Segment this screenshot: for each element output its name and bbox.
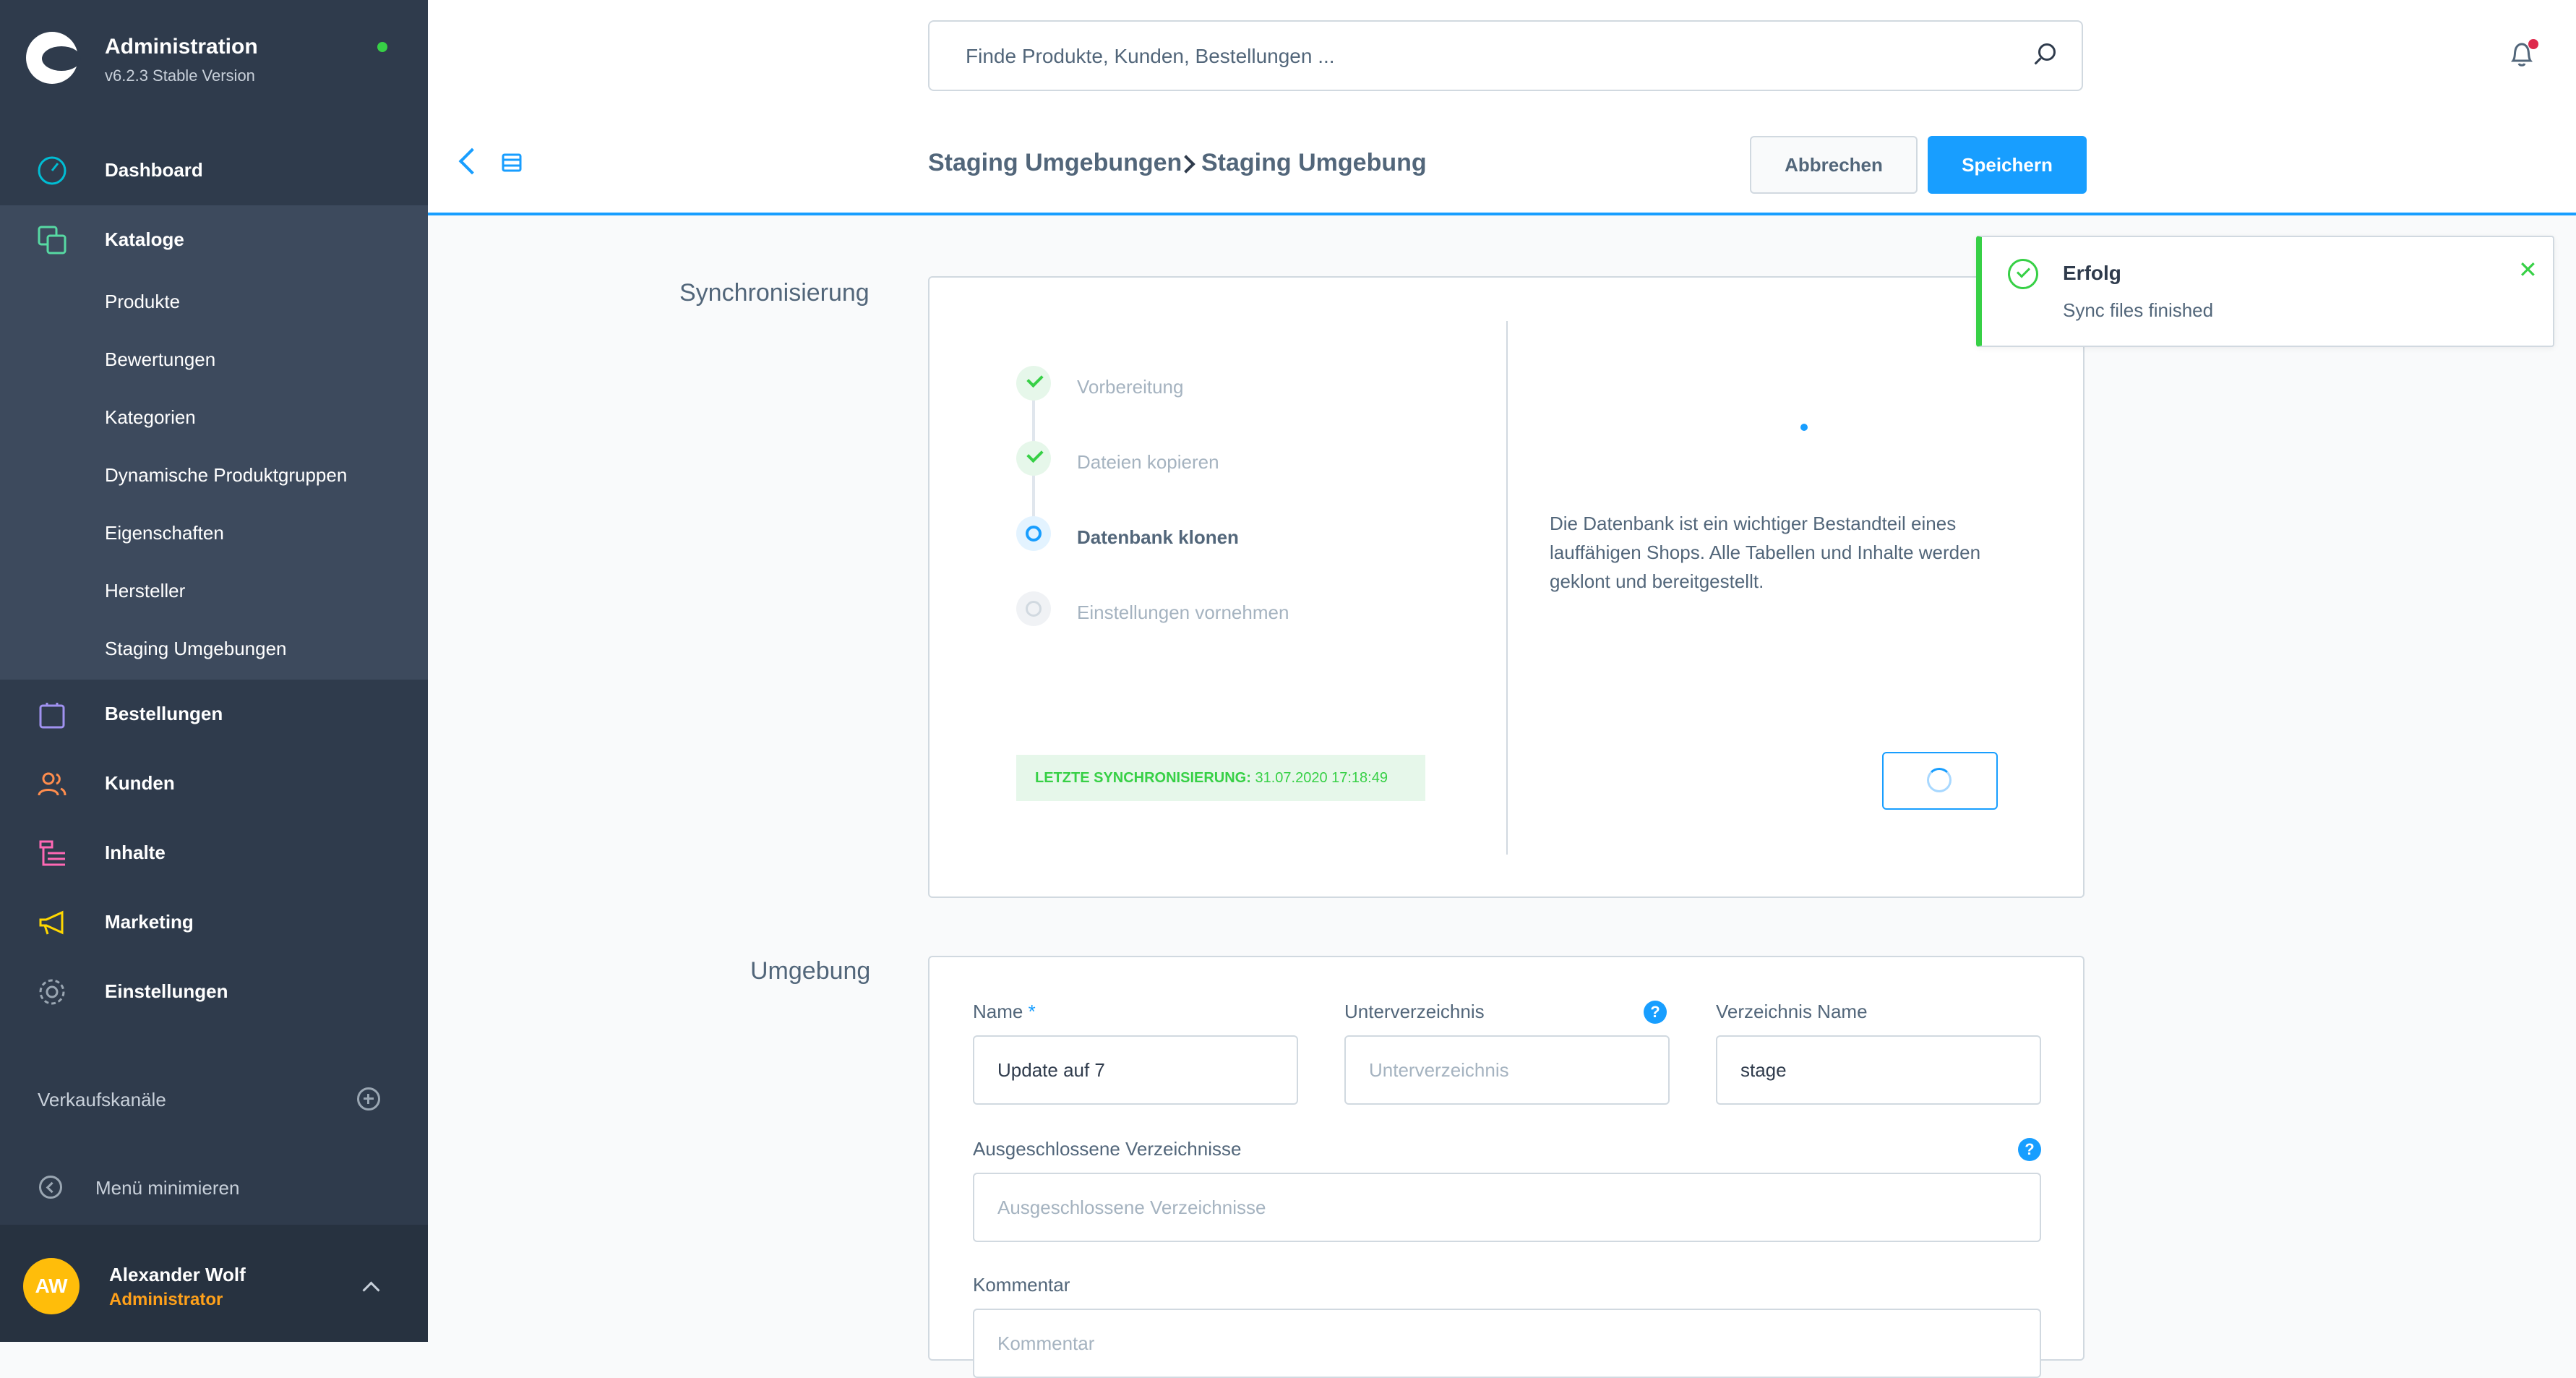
marketing-icon — [39, 910, 64, 935]
back-icon[interactable] — [458, 147, 486, 175]
save-button[interactable]: Speichern — [1928, 136, 2087, 194]
environment-section-label: Umgebung — [750, 957, 871, 985]
environment-card: Name * Update auf 7 Unterverzeichnis ? U… — [928, 956, 2085, 1378]
catalog-group: Kataloge Produkte Bewertungen Kategorien… — [0, 205, 428, 680]
step-active-icon — [1016, 516, 1051, 551]
sidebar-sub-bewertungen[interactable]: Bewertungen — [105, 348, 215, 371]
required-marker: * — [1028, 1001, 1036, 1022]
chevron-up-icon[interactable] — [362, 1281, 380, 1299]
search-placeholder: Finde Produkte, Kunden, Bestellungen ... — [966, 45, 1335, 67]
dirname-field[interactable]: stage — [1716, 1035, 2041, 1105]
name-label-text: Name — [973, 1001, 1023, 1022]
step-description: Die Datenbank ist ein wichtiger Bestandt… — [1550, 513, 1981, 592]
step-pending-icon — [1016, 591, 1051, 626]
settings-icon — [39, 979, 65, 1005]
subdir-label: Unterverzeichnis — [1344, 1001, 1485, 1022]
sidebar-item-inhalte[interactable]: Inhalte — [0, 818, 428, 888]
sidebar-item-label: Dashboard — [105, 159, 203, 181]
success-notification: Erfolg Sync files finished ✕ — [1976, 236, 2554, 347]
sidebar-item-label: Kataloge — [105, 228, 184, 250]
notification-badge — [2528, 39, 2538, 49]
sidebar-item-label: Einstellungen — [105, 980, 228, 1002]
help-icon[interactable]: ? — [1644, 1001, 1667, 1024]
step-done-icon — [1016, 441, 1051, 476]
content-icon — [39, 840, 65, 866]
user-role: Administrator — [109, 1290, 223, 1309]
subdir-field[interactable]: Unterverzeichnis — [1344, 1035, 1670, 1105]
last-sync-label: LETZTE SYNCHRONISIERUNG: — [1035, 770, 1251, 786]
brand-title: Administration — [105, 35, 258, 59]
sidebar-item-kunden[interactable]: Kunden — [0, 749, 428, 818]
user-menu[interactable]: AW Alexander Wolf Administrator — [0, 1225, 428, 1342]
step-label: Vorbereitung — [1077, 376, 1184, 398]
sidebar-sub-kategorien[interactable]: Kategorien — [105, 406, 196, 429]
sidebar-item-einstellungen[interactable]: Einstellungen — [0, 957, 428, 1027]
sync-card: Vorbereitung Dateien kopieren Datenbank … — [928, 276, 2085, 898]
sidebar-sub-eigenschaften[interactable]: Eigenschaften — [105, 522, 224, 544]
sidebar-sub-hersteller[interactable]: Hersteller — [105, 580, 185, 602]
name-label: Name * — [973, 1001, 1036, 1023]
avatar: AW — [23, 1258, 80, 1314]
step-label: Einstellungen vornehmen — [1077, 602, 1289, 623]
minimize-menu-button[interactable]: Menü minimieren — [95, 1177, 239, 1199]
sidebar-item-label: Inhalte — [105, 842, 166, 863]
sidebar-sub-staging-umgebungen[interactable]: Staging Umgebungen — [105, 638, 287, 660]
sidebar-item-label: Marketing — [105, 911, 194, 933]
status-dot — [377, 42, 387, 52]
search-icon[interactable] — [2038, 43, 2056, 61]
search-input[interactable]: Finde Produkte, Kunden, Bestellungen ... — [928, 20, 2083, 91]
user-name: Alexander Wolf — [109, 1264, 246, 1285]
name-field[interactable]: Update auf 7 — [973, 1035, 1298, 1105]
breadcrumb-current: Staging Umgebung — [1201, 149, 1427, 176]
brand-header: Administration v6.2.3 Stable Version — [0, 0, 428, 136]
minimize-menu-icon[interactable] — [39, 1176, 62, 1199]
step-done-icon — [1016, 366, 1051, 401]
comment-field[interactable]: Kommentar — [973, 1309, 2041, 1378]
breadcrumb-parent[interactable]: Staging Umgebungen — [928, 149, 1182, 177]
add-sales-channel-icon[interactable] — [357, 1087, 380, 1110]
notification-message: Sync files finished — [2063, 299, 2214, 321]
last-sync-value: 31.07.2020 17:18:49 — [1255, 770, 1388, 786]
check-circle-icon — [2008, 259, 2038, 289]
dirname-label: Verzeichnis Name — [1716, 1001, 1868, 1022]
excluded-label: Ausgeschlossene Verzeichnisse — [973, 1138, 1242, 1160]
help-icon[interactable]: ? — [2018, 1138, 2041, 1161]
smart-bar: Staging Umgebungen Staging Umgebung Abbr… — [428, 114, 2576, 215]
sidebar-item-marketing[interactable]: Marketing — [0, 888, 428, 957]
step-label: Dateien kopieren — [1077, 451, 1219, 473]
sidebar-item-dashboard[interactable]: Dashboard — [0, 136, 428, 205]
sidebar-item-kataloge[interactable]: Kataloge — [0, 205, 428, 275]
cancel-button[interactable]: Abbrechen — [1750, 136, 1918, 194]
close-icon[interactable]: ✕ — [2518, 256, 2538, 283]
shopware-logo-icon[interactable] — [26, 32, 81, 84]
sidebar-item-label: Bestellungen — [105, 703, 223, 724]
list-icon[interactable] — [502, 153, 522, 172]
comment-label: Kommentar — [973, 1274, 1070, 1296]
notification-title: Erfolg — [2063, 262, 2121, 284]
dashboard-icon — [38, 156, 66, 185]
sync-section-label: Synchronisierung — [679, 279, 870, 307]
sidebar-item-label: Kunden — [105, 772, 175, 794]
orders-icon — [39, 703, 65, 729]
catalog-icon — [38, 226, 66, 254]
sales-channels-heading: Verkaufskanäle — [38, 1089, 166, 1110]
step-label: Datenbank klonen — [1077, 526, 1239, 548]
sidebar: Administration v6.2.3 Stable Version Das… — [0, 0, 428, 1342]
excluded-field[interactable]: Ausgeschlossene Verzeichnisse — [973, 1173, 2041, 1242]
sidebar-sub-dynamische-produktgruppen[interactable]: Dynamische Produktgruppen — [105, 464, 347, 487]
sidebar-sub-produkte[interactable]: Produkte — [105, 291, 180, 313]
customers-icon — [38, 772, 66, 796]
divider — [1506, 321, 1508, 855]
sidebar-item-bestellungen[interactable]: Bestellungen — [0, 680, 428, 749]
sync-loading-button[interactable] — [1882, 752, 1998, 810]
last-sync-badge: LETZTE SYNCHRONISIERUNG: 31.07.2020 17:1… — [1016, 755, 1425, 801]
loading-indicator — [1800, 424, 1808, 431]
brand-version: v6.2.3 Stable Version — [105, 67, 255, 85]
